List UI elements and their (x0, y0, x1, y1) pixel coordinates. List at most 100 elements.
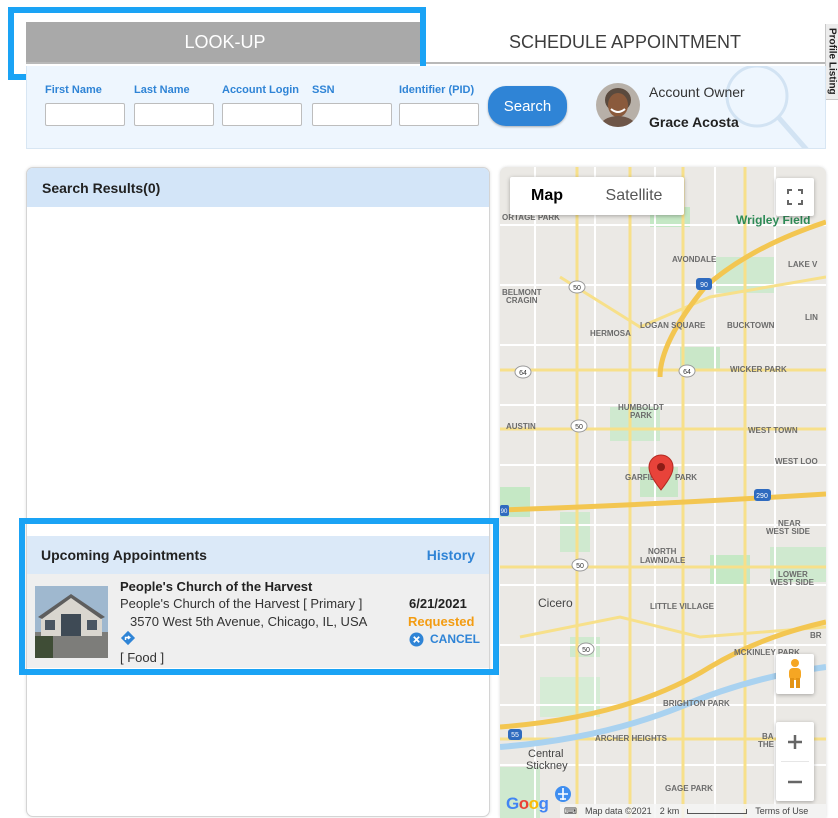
first-name-input[interactable] (45, 103, 125, 126)
first-name-field: First Name (45, 84, 125, 126)
profile-listing-label: Profile Listing (826, 28, 838, 95)
map-label: LITTLE VILLAGE (650, 602, 715, 611)
identifier-field: Identifier (PID) (399, 84, 479, 126)
appointment-location-line: People's Church of the Harvest [ Primary… (120, 596, 363, 611)
map-label: Central (528, 748, 563, 760)
tab-lookup[interactable]: LOOK-UP (26, 22, 424, 62)
map-label: LOGAN SQUARE (640, 321, 706, 330)
route-shield: 90 (700, 282, 708, 289)
search-results-header: Search Results(0) (27, 168, 489, 207)
route-shield: 90 (501, 509, 508, 515)
route-shield: 290 (756, 493, 768, 500)
map-label: WEST SIDE (770, 578, 815, 587)
map-label: LAWNDALE (640, 556, 686, 565)
map-label: BRIGHTON PARK (663, 699, 730, 708)
directions-icon[interactable] (120, 630, 136, 646)
magnifier-decoration-icon (725, 66, 809, 148)
church-photo (35, 586, 108, 658)
terms-of-use-link[interactable]: Terms of Use (755, 806, 808, 816)
zoom-control (776, 722, 814, 801)
ssn-input[interactable] (312, 103, 392, 126)
map-panel[interactable]: ORTAGE PARK IRVING PARK AVONDALE LAKE V … (500, 167, 826, 818)
map-label: LAKE V (788, 260, 818, 269)
minus-icon (788, 780, 802, 783)
route-shield: 50 (575, 424, 583, 431)
map-scale-label: 2 km (659, 806, 680, 816)
map-label: WEST TOWN (748, 426, 798, 435)
upcoming-appointments-header: Upcoming Appointments History (27, 536, 489, 574)
map-type-satellite-button[interactable]: Satellite (584, 177, 684, 215)
map-label: Stickney (526, 760, 568, 772)
zoom-out-button[interactable] (776, 762, 814, 801)
upcoming-appointments-title: Upcoming Appointments (41, 547, 207, 563)
route-shield: 50 (582, 647, 590, 654)
fullscreen-icon (787, 189, 803, 205)
last-name-field: Last Name (134, 84, 214, 126)
last-name-label: Last Name (134, 84, 190, 96)
last-name-input[interactable] (134, 103, 214, 126)
google-logo: Goog (506, 794, 549, 813)
route-shield: 64 (519, 370, 527, 377)
map-label: PARK (675, 473, 697, 482)
map-label: WEST SIDE (766, 527, 811, 536)
account-login-field: Account Login (222, 84, 302, 126)
account-owner-name: Grace Acosta (649, 114, 739, 130)
tab-schedule-appointment[interactable]: SCHEDULE APPOINTMENT (424, 22, 826, 62)
map-label: NORTH (648, 547, 677, 556)
keyboard-icon[interactable]: ⌨ (564, 806, 577, 817)
map-scale-bar (687, 808, 748, 814)
map-label: Cicero (538, 596, 573, 610)
search-results-panel: Search Results(0) (26, 167, 490, 817)
route-shield: 50 (573, 285, 581, 292)
map-label: BR (810, 631, 822, 640)
fullscreen-button[interactable] (776, 178, 814, 216)
avatar (596, 83, 640, 127)
appointment-org-name: People's Church of the Harvest (120, 579, 313, 594)
appointment-date: 6/21/2021 (409, 596, 467, 611)
map-label: BUCKTOWN (727, 321, 775, 330)
map-type-map-button[interactable]: Map (510, 177, 584, 215)
profile-listing-tab[interactable]: Profile Listing (825, 24, 838, 100)
cancel-label: CANCEL (430, 632, 480, 646)
map-data-attribution: Map data ©2021 (585, 806, 652, 816)
map-type-control: Map Satellite (510, 177, 684, 215)
route-shield: 50 (576, 563, 584, 570)
route-shield: 55 (511, 732, 519, 739)
account-owner-label: Account Owner (649, 84, 745, 100)
appointment-status: Requested (408, 614, 475, 629)
account-login-input[interactable] (222, 103, 302, 126)
account-login-label: Account Login (222, 84, 299, 96)
map-label: PARK (630, 411, 652, 420)
appointment-row: People's Church of the Harvest People's … (27, 574, 489, 668)
identifier-label: Identifier (PID) (399, 84, 475, 96)
pegman-icon (789, 659, 801, 688)
tab-bar: LOOK-UP SCHEDULE APPOINTMENT (26, 22, 826, 64)
map-label: AVONDALE (672, 255, 717, 264)
map-label: ARCHER HEIGHTS (595, 734, 668, 743)
map-label: LIN (805, 313, 818, 322)
search-button[interactable]: Search (488, 86, 567, 126)
map-label: WEST LOO (775, 457, 818, 466)
appointment-address: 3570 West 5th Avenue, Chicago, IL, USA (130, 614, 368, 629)
cancel-icon (409, 632, 424, 646)
zoom-in-button[interactable] (776, 722, 814, 761)
map-footer: ⌨ Map data ©2021 2 km Terms of Use (560, 804, 826, 818)
map-label: HERMOSA (590, 329, 631, 338)
route-shield: 64 (683, 369, 691, 376)
search-bar: First Name Last Name Account Login SSN I… (26, 66, 826, 149)
avatar-image (596, 83, 640, 127)
cancel-button[interactable]: CANCEL (409, 631, 480, 647)
map-label: AUSTIN (506, 422, 536, 431)
ssn-label: SSN (312, 84, 335, 96)
map-label: WICKER PARK (730, 365, 787, 374)
first-name-label: First Name (45, 84, 102, 96)
ssn-field: SSN (312, 84, 392, 126)
map-label: GAGE PARK (665, 784, 713, 793)
map-canvas[interactable]: ORTAGE PARK IRVING PARK AVONDALE LAKE V … (500, 167, 826, 818)
plus-icon (788, 734, 802, 749)
map-label: THE (758, 740, 775, 749)
identifier-input[interactable] (399, 103, 479, 126)
map-label: CRAGIN (506, 296, 538, 305)
street-view-pegman-button[interactable] (776, 654, 814, 694)
history-link[interactable]: History (427, 547, 475, 563)
